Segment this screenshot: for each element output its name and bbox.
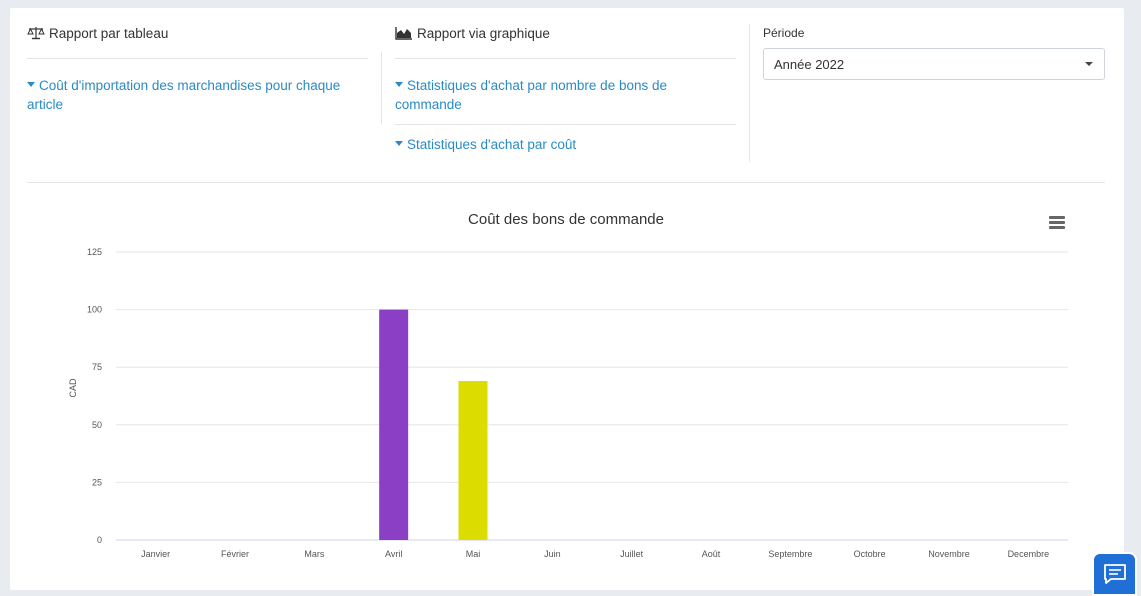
y-tick-label: 100 [87, 305, 102, 315]
y-tick-label: 125 [87, 247, 102, 257]
y-tick-label: 75 [92, 362, 102, 372]
x-tick-label: Avril [385, 549, 402, 559]
table-report-title: Rapport par tableau [49, 25, 169, 41]
caret-down-icon [27, 82, 35, 87]
chat-icon [1103, 564, 1126, 584]
x-tick-label: Janvier [141, 549, 170, 559]
x-tick-label: Mars [304, 549, 324, 559]
purchase-order-cost-chart: Coût des bons de commande CAD 0 25 50 75 100… [10, 184, 1124, 584]
column-divider [749, 24, 750, 162]
purchase-stats-count-link[interactable]: Statistiques d'achat par nombre de bons … [395, 59, 736, 124]
chart-menu-icon[interactable] [1049, 216, 1065, 230]
y-axis-label: CAD [68, 378, 78, 398]
x-tick-label: Juillet [620, 549, 644, 559]
x-tick-label: Mai [466, 549, 481, 559]
x-tick-label: Octobre [854, 549, 886, 559]
chevron-down-icon [1085, 62, 1093, 66]
chart-title: Coût des bons de commande [468, 211, 664, 228]
column-divider [381, 52, 382, 124]
x-tick-label: Decembre [1008, 549, 1050, 559]
scale-icon [27, 27, 45, 40]
import-cost-link[interactable]: Coût d'importation des marchandises pour… [27, 59, 368, 124]
table-report-header: Rapport par tableau [27, 22, 368, 44]
y-tick-label: 25 [92, 477, 102, 487]
period-select[interactable]: Année 2022 [763, 48, 1105, 80]
y-axis-ticks: 0 25 50 75 100 125 [87, 247, 102, 545]
caret-down-icon [395, 141, 403, 146]
x-tick-label: Août [702, 549, 721, 559]
x-tick-label: Février [221, 549, 249, 559]
period-select-value: Année 2022 [774, 56, 845, 72]
x-tick-label: Novembre [928, 549, 970, 559]
divider [27, 182, 1105, 183]
area-chart-icon [395, 27, 412, 40]
purchase-stats-cost-label: Statistiques d'achat par coût [407, 137, 577, 152]
graph-report-title: Rapport via graphique [417, 25, 550, 41]
bar-mai[interactable] [458, 381, 488, 540]
x-axis-ticks: Janvier Février Mars Avril Mai Juin Juillet Aoû… [141, 549, 1049, 559]
import-cost-link-label: Coût d'importation des marchandises pour… [27, 78, 341, 112]
x-tick-label: Septembre [768, 549, 812, 559]
purchase-stats-count-label: Statistiques d'achat par nombre de bons … [395, 78, 667, 112]
grid-lines [116, 251, 1068, 541]
y-tick-label: 50 [92, 420, 102, 430]
period-label: Période [763, 26, 805, 40]
chart-svg: Coût des bons de commande CAD 0 25 50 75 100… [68, 211, 1068, 559]
report-panel: Rapport par tableau Coût d'importation d… [10, 8, 1124, 590]
graph-report-header: Rapport via graphique [395, 22, 736, 44]
y-tick-label: 0 [97, 535, 102, 545]
chat-button[interactable] [1092, 552, 1137, 596]
bar-avril[interactable] [379, 309, 409, 540]
caret-down-icon [395, 82, 403, 87]
table-report-section: Rapport par tableau Coût d'importation d… [27, 22, 368, 124]
period-section: Période Année 2022 [763, 22, 1105, 80]
graph-report-section: Rapport via graphique Statistiques d'ach… [395, 22, 736, 164]
purchase-stats-cost-link[interactable]: Statistiques d'achat par coût [395, 125, 736, 164]
x-tick-label: Juin [544, 549, 561, 559]
